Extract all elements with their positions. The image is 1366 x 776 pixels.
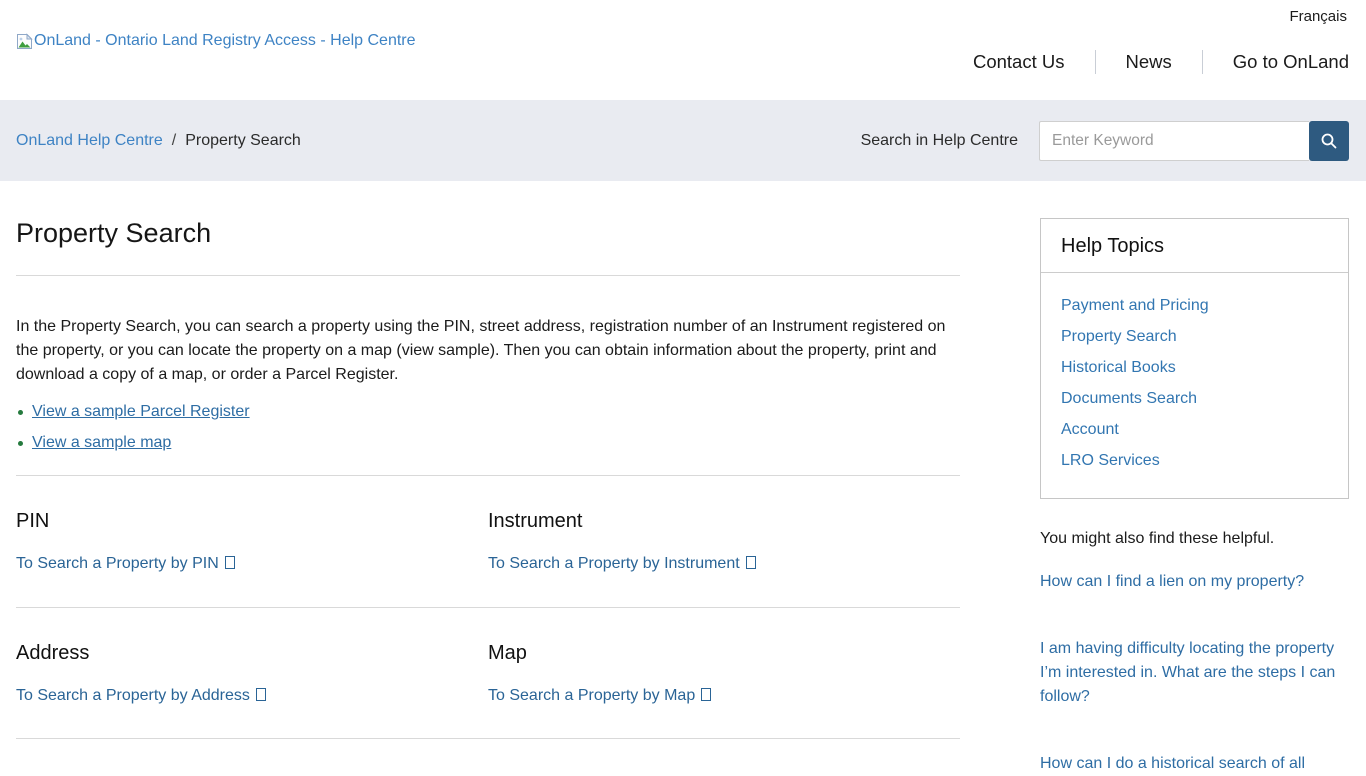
help-topics-list: Payment and Pricing Property Search Hist… xyxy=(1041,273,1348,498)
missing-glyph-icon xyxy=(225,556,235,569)
helpful-heading: You might also find these helpful. xyxy=(1040,530,1349,548)
page-title: Property Search xyxy=(16,218,960,249)
topic-historical-books[interactable]: Historical Books xyxy=(1061,359,1328,377)
search-by-address-link[interactable]: To Search a Property by Address xyxy=(16,687,266,705)
logo-alt-text: OnLand - Ontario Land Registry Access - … xyxy=(34,32,416,50)
helpful-link-historical-search[interactable]: How can I do a historical search of all xyxy=(1040,752,1349,776)
sidebar: Help Topics Payment and Pricing Property… xyxy=(1040,181,1349,776)
section-heading: Instrument xyxy=(488,510,960,533)
search-label: Search in Help Centre xyxy=(861,132,1018,150)
missing-glyph-icon xyxy=(256,688,266,701)
topic-account[interactable]: Account xyxy=(1061,421,1328,439)
topic-documents-search[interactable]: Documents Search xyxy=(1061,390,1328,408)
main-column: Property Search In the Property Search, … xyxy=(16,181,960,776)
section-heading: PIN xyxy=(16,510,488,533)
section-heading: Address xyxy=(16,642,488,665)
breadcrumb-home-link[interactable]: OnLand Help Centre xyxy=(16,132,163,150)
sample-parcel-register-link[interactable]: View a sample Parcel Register xyxy=(32,403,250,420)
sample-map-link[interactable]: View a sample map xyxy=(32,434,171,451)
nav-contact-us[interactable]: Contact Us xyxy=(943,48,1095,76)
link-label: To Search a Property by PIN xyxy=(16,555,219,572)
breadcrumb: OnLand Help Centre / Property Search xyxy=(16,132,301,150)
page-header: Français OnLand - Ontario Land Registry … xyxy=(0,0,1366,100)
site-logo[interactable]: OnLand - Ontario Land Registry Access - … xyxy=(16,32,416,50)
section-pin: PIN To Search a Property by PIN xyxy=(16,476,488,573)
sample-links-list: View a sample Parcel Register View a sam… xyxy=(16,403,960,452)
helpful-section: You might also find these helpful. How c… xyxy=(1040,530,1349,776)
topic-property-search[interactable]: Property Search xyxy=(1061,328,1328,346)
list-item: View a sample map xyxy=(16,434,960,452)
help-search: Search in Help Centre xyxy=(861,121,1349,161)
link-label: To Search a Property by Instrument xyxy=(488,555,740,572)
missing-glyph-icon xyxy=(701,688,711,701)
search-icon xyxy=(1320,132,1338,150)
help-topics-box: Help Topics Payment and Pricing Property… xyxy=(1040,218,1349,499)
missing-glyph-icon xyxy=(746,556,756,569)
breadcrumb-separator: / xyxy=(172,132,176,150)
section-row-pin-instrument: PIN To Search a Property by PIN Instrume… xyxy=(16,476,960,573)
search-by-pin-link[interactable]: To Search a Property by PIN xyxy=(16,555,235,573)
helpful-link-lien[interactable]: How can I find a lien on my property? xyxy=(1040,570,1349,594)
content-area: Property Search In the Property Search, … xyxy=(0,181,1366,776)
section-heading: Map xyxy=(488,642,960,665)
search-by-instrument-link[interactable]: To Search a Property by Instrument xyxy=(488,555,756,573)
search-by-map-link[interactable]: To Search a Property by Map xyxy=(488,687,711,705)
section-address: Address To Search a Property by Address xyxy=(16,608,488,705)
section-row-address-map: Address To Search a Property by Address … xyxy=(16,608,960,705)
topic-payment-and-pricing[interactable]: Payment and Pricing xyxy=(1061,297,1328,315)
nav-go-to-onland[interactable]: Go to OnLand xyxy=(1203,48,1350,76)
topic-lro-services[interactable]: LRO Services xyxy=(1061,452,1328,470)
help-topics-header: Help Topics xyxy=(1041,219,1348,273)
broken-image-icon xyxy=(16,33,33,50)
top-navigation: Contact Us News Go to OnLand xyxy=(943,48,1350,76)
search-input[interactable] xyxy=(1039,121,1309,161)
divider xyxy=(16,275,960,276)
intro-paragraph: In the Property Search, you can search a… xyxy=(16,315,960,387)
list-item: View a sample Parcel Register xyxy=(16,403,960,421)
breadcrumb-current-page: Property Search xyxy=(185,132,301,150)
nav-news[interactable]: News xyxy=(1096,48,1202,76)
help-topics-title: Help Topics xyxy=(1061,235,1164,257)
divider xyxy=(16,738,960,739)
link-label: To Search a Property by Address xyxy=(16,687,250,704)
breadcrumb-search-bar: OnLand Help Centre / Property Search Sea… xyxy=(0,100,1366,181)
section-map: Map To Search a Property by Map xyxy=(488,608,960,705)
section-instrument: Instrument To Search a Property by Instr… xyxy=(488,476,960,573)
helpful-link-locating-property[interactable]: I am having difficulty locating the prop… xyxy=(1040,637,1349,709)
language-toggle-link[interactable]: Français xyxy=(1289,8,1347,25)
link-label: To Search a Property by Map xyxy=(488,687,695,704)
search-button[interactable] xyxy=(1309,121,1349,161)
